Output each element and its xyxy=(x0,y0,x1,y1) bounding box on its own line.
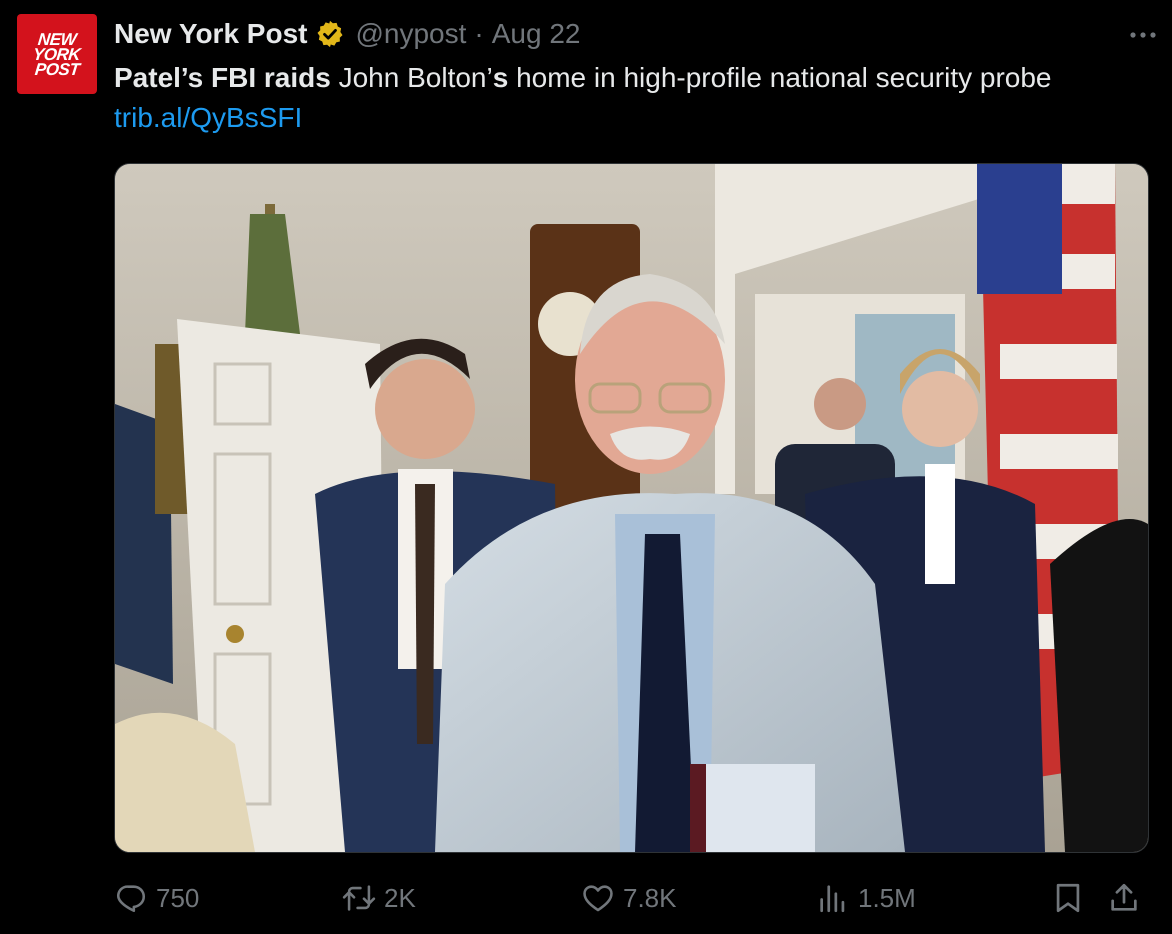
tweet-text-plain-2: home in high-profile national security p… xyxy=(508,62,1052,93)
author-handle[interactable]: @nypost xyxy=(355,18,466,50)
like-icon xyxy=(583,885,613,912)
retweet-count: 2K xyxy=(384,882,416,913)
more-options-icon[interactable] xyxy=(1128,20,1158,50)
views-button[interactable]: 1.5M xyxy=(816,872,916,924)
views-icon xyxy=(820,885,845,913)
tweet-date[interactable]: Aug 22 xyxy=(492,18,581,50)
retweet-icon xyxy=(342,885,376,911)
share-button[interactable] xyxy=(1107,872,1149,924)
header-separator: · xyxy=(474,18,484,49)
like-count: 7.8K xyxy=(623,882,677,913)
author-avatar[interactable]: NEW YORK POST xyxy=(17,14,97,94)
tweet-link[interactable]: trib.al/QyBsSFI xyxy=(114,98,1152,138)
author-display-name[interactable]: New York Post xyxy=(114,18,307,50)
reply-button[interactable]: 750 xyxy=(114,872,199,924)
share-icon xyxy=(1111,883,1137,911)
tweet-header: New York Post @nypost · Aug 22 xyxy=(114,16,1152,52)
like-button[interactable]: 7.8K xyxy=(581,872,677,924)
retweet-button[interactable]: 2K xyxy=(342,872,416,924)
view-count: 1.5M xyxy=(858,882,916,913)
tweet-text-bold-2: s xyxy=(492,62,509,93)
avatar-logo-line-3: POST xyxy=(33,59,81,79)
tweet-text-plain-1: John Bolton’ xyxy=(330,62,493,93)
tweet-actions: 750 2K 7.8K 1.5M xyxy=(114,872,1154,924)
reply-count: 750 xyxy=(156,882,200,913)
tweet-text-bold-1: Patel’s FBI raids xyxy=(114,62,331,93)
bookmark-button[interactable] xyxy=(1051,872,1093,924)
bookmark-icon xyxy=(1056,883,1080,913)
tweet-photo[interactable] xyxy=(114,163,1149,853)
photo-illustration xyxy=(115,164,1148,852)
tweet-text: Patel’s FBI raids John Bolton’s home in … xyxy=(114,58,1152,138)
verified-badge-icon[interactable] xyxy=(315,19,345,49)
reply-icon xyxy=(116,885,146,913)
